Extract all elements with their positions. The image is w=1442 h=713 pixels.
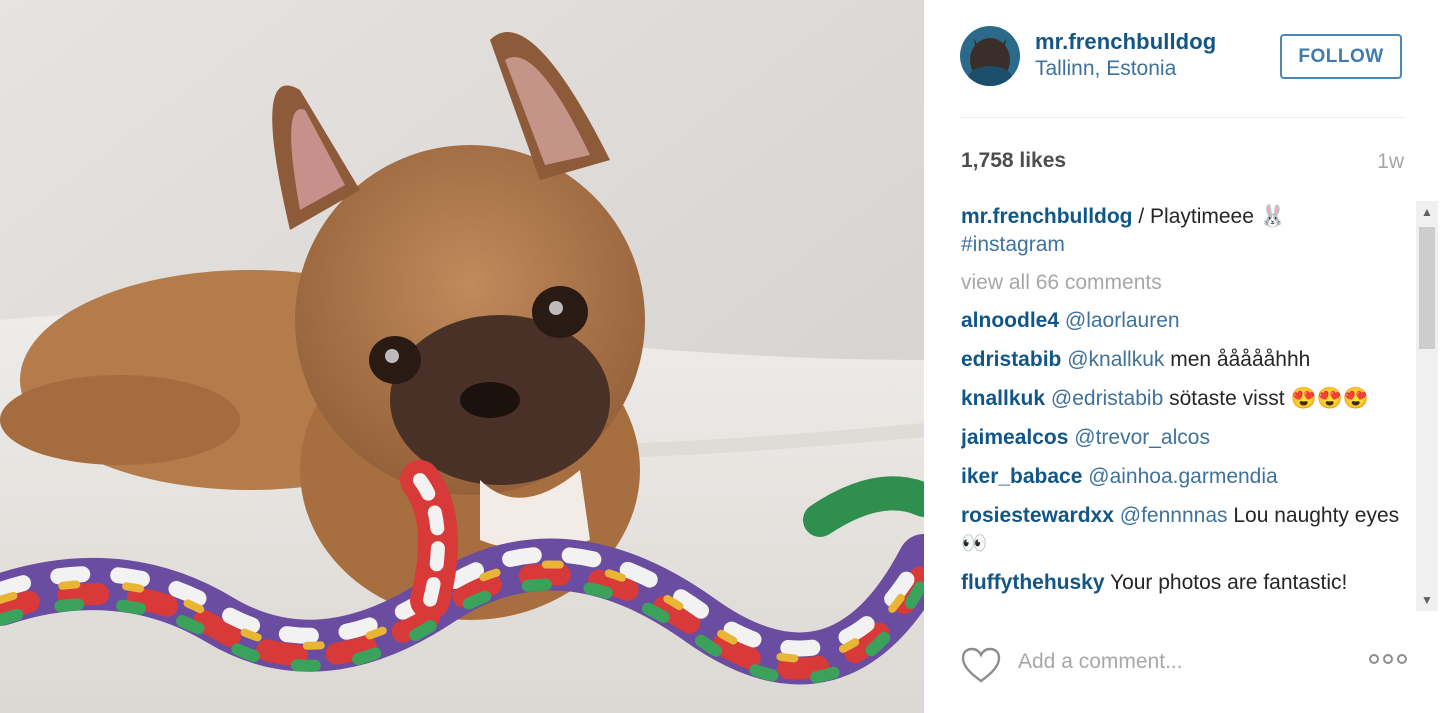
- comment-text: men åååååhhh: [1164, 348, 1311, 371]
- caption-username[interactable]: mr.frenchbulldog: [961, 205, 1133, 228]
- comment-username[interactable]: alnoodle4: [961, 309, 1059, 332]
- comment-list[interactable]: mr.frenchbulldog / Playtimeee 🐰 #instagr…: [961, 203, 1411, 611]
- comment-username[interactable]: iker_babace: [961, 465, 1082, 488]
- comment-username[interactable]: knallkuk: [961, 387, 1045, 410]
- post-location[interactable]: Tallinn, Estonia: [1035, 57, 1176, 81]
- comment-text: sötaste visst 😍😍😍: [1163, 387, 1369, 410]
- comment-item: iker_babace @ainhoa.garmendia: [961, 463, 1411, 491]
- post-time[interactable]: 1w: [1377, 150, 1404, 174]
- comment-text: Your photos are fantastic!: [1109, 571, 1348, 594]
- comment-mention[interactable]: @laorlauren: [1065, 309, 1180, 332]
- likes-count[interactable]: 1,758 likes: [961, 149, 1066, 173]
- comment-username[interactable]: fluffythehusky: [961, 571, 1105, 594]
- caption: mr.frenchbulldog / Playtimeee 🐰 #instagr…: [961, 203, 1411, 259]
- caption-hashtag[interactable]: #instagram: [961, 233, 1065, 256]
- heart-outline-icon[interactable]: [960, 646, 1002, 689]
- scroll-down-arrow-icon[interactable]: ▼: [1416, 589, 1438, 611]
- comment-username[interactable]: rosiestewardxx: [961, 504, 1114, 527]
- comments-scrollbar[interactable]: ▲ ▼: [1416, 201, 1438, 611]
- comment-item: rosiestewardxx @fennnnas Lou naughty eye…: [961, 502, 1411, 558]
- post-photo[interactable]: [0, 0, 924, 713]
- comment-mention[interactable]: @trevor_alcos: [1074, 426, 1210, 449]
- view-all-comments-link[interactable]: view all 66 comments: [961, 269, 1411, 297]
- more-options-icon[interactable]: [1368, 652, 1408, 671]
- comment-item: edristabib @knallkuk men åååååhhh: [961, 346, 1411, 374]
- comment-username[interactable]: jaimealcos: [961, 426, 1068, 449]
- post-sidebar: mr.frenchbulldog Tallinn, Estonia FOLLOW…: [924, 0, 1442, 713]
- comment-mention[interactable]: @knallkuk: [1067, 348, 1164, 371]
- scrollbar-thumb[interactable]: [1419, 227, 1435, 349]
- add-comment-row: Add a comment...: [960, 644, 1408, 689]
- avatar[interactable]: [960, 26, 1020, 86]
- divider: [960, 117, 1406, 118]
- comment-mention[interactable]: @ainhoa.garmendia: [1088, 465, 1277, 488]
- comment-item: alnoodle4 @laorlauren: [961, 307, 1411, 335]
- comment-username[interactable]: edristabib: [961, 348, 1061, 371]
- comment-mention[interactable]: @fennnnas: [1120, 504, 1228, 527]
- comment-item: knallkuk @edristabib sötaste visst 😍😍😍: [961, 385, 1411, 413]
- post-username[interactable]: mr.frenchbulldog: [1035, 29, 1216, 55]
- scroll-up-arrow-icon[interactable]: ▲: [1416, 201, 1438, 223]
- follow-button[interactable]: FOLLOW: [1280, 34, 1402, 79]
- caption-text: / Playtimeee 🐰: [1132, 205, 1286, 228]
- comment-item: jaimealcos @trevor_alcos: [961, 424, 1411, 452]
- comment-item: fluffythehusky Your photos are fantastic…: [961, 569, 1411, 597]
- comment-mention[interactable]: @edristabib: [1051, 387, 1163, 410]
- add-comment-input[interactable]: Add a comment...: [1018, 650, 1183, 674]
